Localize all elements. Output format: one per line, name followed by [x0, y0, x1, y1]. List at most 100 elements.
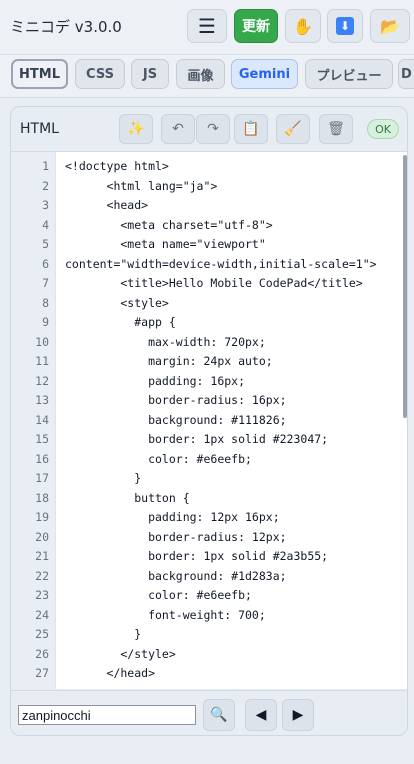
code-text: </style> — [65, 646, 176, 661]
code-text: border: 1px solid #223047; — [65, 432, 329, 446]
line-number: 1 — [42, 159, 49, 173]
code-line: 10 max-width: 720px; — [11, 333, 407, 353]
line-number: 18 — [35, 490, 49, 505]
line-number: 5 — [42, 237, 49, 251]
paste-button[interactable]: 📋 — [234, 114, 268, 144]
code-text: <title>Hello Mobile CodePad</title> — [65, 276, 363, 290]
clear-button[interactable]: 🧹 — [276, 114, 310, 144]
code-line: 9 #app { — [11, 313, 407, 333]
code-line: 23 color: #e6eefb; — [11, 586, 407, 606]
code-text: max-width: 720px; — [65, 334, 266, 349]
status-badge: OK — [367, 119, 399, 139]
line-number: 13 — [35, 393, 49, 407]
clipboard-icon: 📋 — [242, 121, 260, 137]
download-button[interactable]: ⬇ — [327, 9, 363, 43]
code-text: #app { — [65, 315, 176, 329]
hand-icon: ✋ — [293, 16, 313, 36]
code-line: 19 padding: 12px 16px; — [11, 508, 407, 528]
code-text: } — [65, 471, 142, 485]
line-number: 8 — [42, 295, 49, 310]
line-number: 14 — [35, 412, 49, 427]
code-editor[interactable]: 1 <!doctype html> 2 <html lang="ja"> 3 <hea… — [11, 152, 407, 689]
code-line: 21 border: 1px solid #2a3b55; — [11, 547, 407, 567]
magic-button[interactable]: ✨ — [119, 114, 153, 144]
tab-preview[interactable]: プレビュー — [305, 59, 393, 89]
code-text: margin: 24px auto; — [65, 354, 273, 368]
line-number: 3 — [42, 198, 49, 212]
line-number: 17 — [35, 471, 49, 485]
code-line: 4 <meta charset="utf-8"> — [11, 216, 407, 236]
code-text: padding: 12px 16px; — [65, 510, 280, 524]
code-line: 5 <meta name="viewport" — [11, 235, 407, 255]
line-number: 21 — [35, 549, 49, 563]
search-button[interactable]: 🔍 — [203, 699, 235, 731]
tab-more[interactable]: D — [398, 59, 414, 89]
editor-scrollbar[interactable] — [403, 155, 407, 418]
open-folder-button[interactable]: 📂 — [370, 9, 410, 43]
code-line: 24 font-weight: 700; — [11, 606, 407, 626]
line-number: 10 — [35, 334, 49, 349]
tab-bar: HTML CSS JS 画像 Gemini プレビュー D — [0, 55, 414, 98]
app-title: ミニコデ v3.0.0 — [10, 18, 122, 36]
code-text: content="width=device-width,initial-scal… — [65, 256, 377, 271]
menu-button[interactable]: ☰ — [187, 9, 227, 43]
code-line: 26 </style> — [11, 645, 407, 665]
search-input[interactable] — [18, 705, 196, 725]
code-line: 1 <!doctype html> — [11, 157, 407, 177]
redo-icon: ↷ — [207, 121, 219, 137]
code-text: color: #e6eefb; — [65, 451, 252, 466]
line-number: 9 — [42, 315, 49, 329]
code-line: 17 } — [11, 469, 407, 489]
code-text: <meta charset="utf-8"> — [65, 217, 273, 232]
code-text: border-radius: 12px; — [65, 529, 287, 544]
code-text: } — [65, 627, 142, 641]
line-number: 7 — [42, 276, 49, 290]
line-number: 19 — [35, 510, 49, 524]
line-number: 24 — [35, 607, 49, 622]
arrow-right-icon: ▶ — [292, 707, 304, 723]
previous-match-button[interactable]: ◀ — [245, 699, 277, 731]
line-number: 15 — [35, 432, 49, 446]
line-number: 20 — [35, 529, 49, 544]
editor-header: HTML ✨ ↶ ↷ 📋 🧹 🗑 OK — [11, 107, 407, 152]
line-number: 12 — [35, 373, 49, 388]
code-text: padding: 16px; — [65, 373, 246, 388]
code-line: 13 border-radius: 16px; — [11, 391, 407, 411]
search-icon: 🔍 — [210, 707, 228, 723]
code-text: background: #1d283a; — [65, 568, 287, 583]
editor-title: HTML — [20, 121, 59, 137]
redo-button[interactable]: ↷ — [196, 114, 230, 144]
code-text: <style> — [65, 295, 169, 310]
next-match-button[interactable]: ▶ — [282, 699, 314, 731]
code-line: 8 <style> — [11, 294, 407, 314]
tab-images[interactable]: 画像 — [176, 59, 225, 89]
code-text: <html lang="ja"> — [65, 178, 218, 193]
code-text: font-weight: 700; — [65, 607, 266, 622]
code-line: 7 <title>Hello Mobile CodePad</title> — [11, 274, 407, 294]
code-line: 11 margin: 24px auto; — [11, 352, 407, 372]
undo-button[interactable]: ↶ — [161, 114, 195, 144]
update-button[interactable]: 更新 — [234, 9, 278, 43]
code-text: button { — [65, 490, 190, 505]
code-line: 22 background: #1d283a; — [11, 567, 407, 587]
code-text: border-radius: 16px; — [65, 393, 287, 407]
arrow-left-icon: ◀ — [255, 707, 267, 723]
undo-icon: ↶ — [172, 121, 184, 137]
tab-html[interactable]: HTML — [11, 59, 68, 89]
code-line: 12 padding: 16px; — [11, 372, 407, 392]
delete-button[interactable]: 🗑 — [319, 114, 353, 144]
code-line: 6 content="width=device-width,initial-sca… — [11, 255, 407, 275]
code-line: 27 </head> — [11, 664, 407, 684]
editor-panel: HTML ✨ ↶ ↷ 📋 🧹 🗑 OK 1 <!doctype html> 2 <h… — [10, 106, 408, 736]
tab-gemini[interactable]: Gemini — [231, 59, 298, 89]
hand-button[interactable]: ✋ — [285, 9, 321, 43]
code-line: 20 border-radius: 12px; — [11, 528, 407, 548]
line-number: 26 — [35, 646, 49, 661]
line-number: 4 — [42, 217, 49, 232]
tab-js[interactable]: JS — [131, 59, 169, 89]
line-number: 2 — [42, 178, 49, 193]
code-text: <head> — [65, 198, 149, 212]
line-number: 6 — [42, 256, 49, 271]
tab-css[interactable]: CSS — [75, 59, 125, 89]
sparkle-icon: ✨ — [127, 121, 145, 137]
